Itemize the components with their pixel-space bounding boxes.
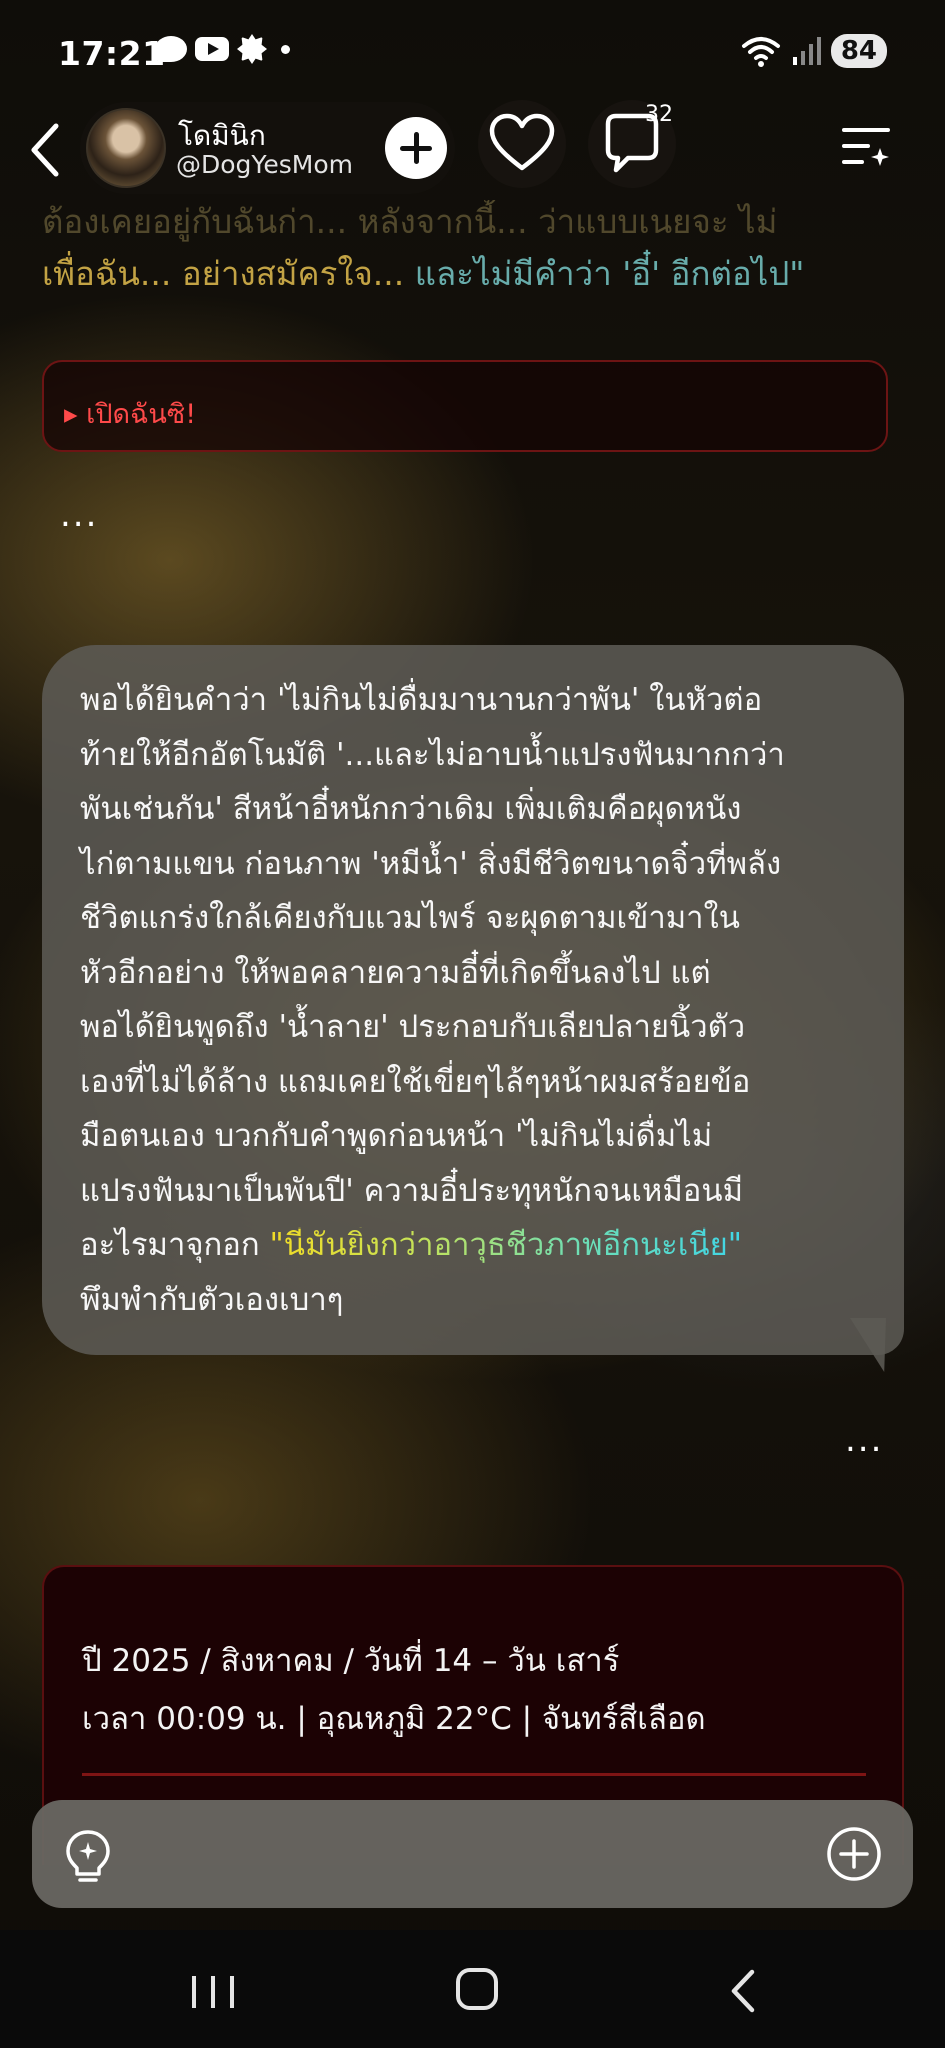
message-line: หัวอีกอย่าง ให้พอคลายความอี๋ที่เกิดขึ้นล… — [80, 954, 711, 991]
message-input[interactable] — [132, 1826, 732, 1882]
status-bar: 17:21 84 — [0, 0, 945, 100]
divider — [82, 1773, 866, 1776]
previous-message-text: เพื่อฉัน... อย่างสมัครใจ... — [42, 254, 415, 293]
signal-icon — [792, 37, 821, 65]
message-line: เองที่ไม่ได้ล้าง แถมเคยใช้เขี่ยๆไล้ๆหน้า… — [80, 1063, 751, 1100]
message-line: พอได้ยินคำว่า 'ไม่กินไม่ดื่มมานานกว่าพัน… — [80, 682, 763, 718]
message-composer — [32, 1800, 913, 1908]
creator-handle: @DogYesMom — [176, 150, 353, 179]
message-line: พันเช่นกัน' สีหน้าอี๋หนักกว่าเดิม เพิ่มเ… — [80, 791, 742, 827]
avatar[interactable] — [86, 108, 166, 188]
battery-indicator: 84 — [830, 34, 887, 68]
previous-message-line: ต้องเคยอยู่กับฉันก่า... หลังจากนี้... ว่… — [42, 202, 778, 241]
notification-icons — [155, 34, 290, 64]
message-line: ชีวิตแกร่งใกล้เคียงกับแวมไพร์ จะผุดตามเข… — [80, 900, 740, 936]
system-navigation-bar — [0, 1930, 945, 2048]
previous-message-line: เพื่อฉัน... อย่างสมัครใจ... และไม่มีคำว่… — [42, 252, 804, 296]
message-line: แปรงฟันมาเป็นพันปี' ความอี๋ประทุหนักจนเห… — [80, 1172, 744, 1209]
add-attachment-button[interactable] — [826, 1826, 882, 1882]
message-text: พอได้ยินคำว่า 'ไม่กินไม่ดื่มมานานกว่าพัน… — [80, 673, 880, 1327]
spoiler-label: ▸ เปิดฉันซิ! — [64, 399, 197, 430]
message-line: พอได้ยินพูดถึง 'น้ำลาย' ประกอบกับเลียปลา… — [80, 1009, 746, 1045]
date-line: ปี 2025 / สิงหาคม / วันที่ 14 – วัน เสาร… — [82, 1643, 620, 1679]
system-icons: 84 — [741, 34, 887, 68]
message-line: มือตนเอง บวกกับคำพูดก่อนหน้า 'ไม่กินไม่ด… — [80, 1118, 713, 1154]
menu-button[interactable] — [838, 118, 894, 174]
time-weather-line: เวลา 00:09 น. | อุณหภูมิ 22°C | จันทร์สี… — [82, 1701, 706, 1737]
youtube-icon — [195, 37, 229, 61]
lightbulb-icon[interactable] — [62, 1828, 114, 1884]
wifi-icon — [741, 37, 780, 67]
recent-apps-button[interactable] — [188, 1972, 238, 2012]
heart-icon — [489, 113, 555, 171]
message-line-prefix: อะไรมาจุกอก — [80, 1227, 270, 1263]
chat-header: โดมินิก @DogYesMom 32 — [0, 100, 945, 200]
message-bubble[interactable]: พอได้ยินคำว่า 'ไม่กินไม่ดื่มมานานกว่าพัน… — [42, 645, 904, 1355]
comment-count: 32 — [645, 102, 673, 127]
chat-bubble-icon — [155, 36, 187, 62]
message-line: ท้ายให้อีกอัตโนมัติ '...และไม่อาบน้ำแปรง… — [80, 736, 785, 773]
message-line: ไก่ตามแขน ก่อนภาพ 'หมีน้ำ' สิ่งมีชีวิตขน… — [80, 845, 782, 882]
gear-icon — [237, 34, 267, 64]
follow-button[interactable] — [385, 117, 447, 179]
previous-message-quote: และไม่มีคำว่า 'อี๋' อีกต่อไป" — [414, 254, 805, 293]
message-line: อะไรมาจุกอก "นี่มันยิ่งกว่าอาวุธชีวภาพอี… — [80, 1218, 880, 1273]
dot-icon — [281, 44, 290, 54]
back-button[interactable] — [20, 118, 72, 182]
system-back-button[interactable] — [724, 1968, 764, 2014]
status-time: 17:21 — [58, 34, 166, 73]
message-line: พึมพำกับตัวเองเบาๆ — [80, 1281, 344, 1318]
spoiler-toggle[interactable]: ▸ เปิดฉันซิ! — [42, 360, 888, 452]
more-options-button[interactable]: ... — [60, 495, 98, 535]
like-button[interactable] — [478, 100, 566, 188]
home-button[interactable] — [456, 1968, 498, 2010]
highlighted-quote: "นี่มันยิ่งกว่าอาวุธชีวภาพอีกนะเนี่ย" — [269, 1227, 743, 1263]
more-options-button[interactable]: ... — [845, 1420, 883, 1460]
